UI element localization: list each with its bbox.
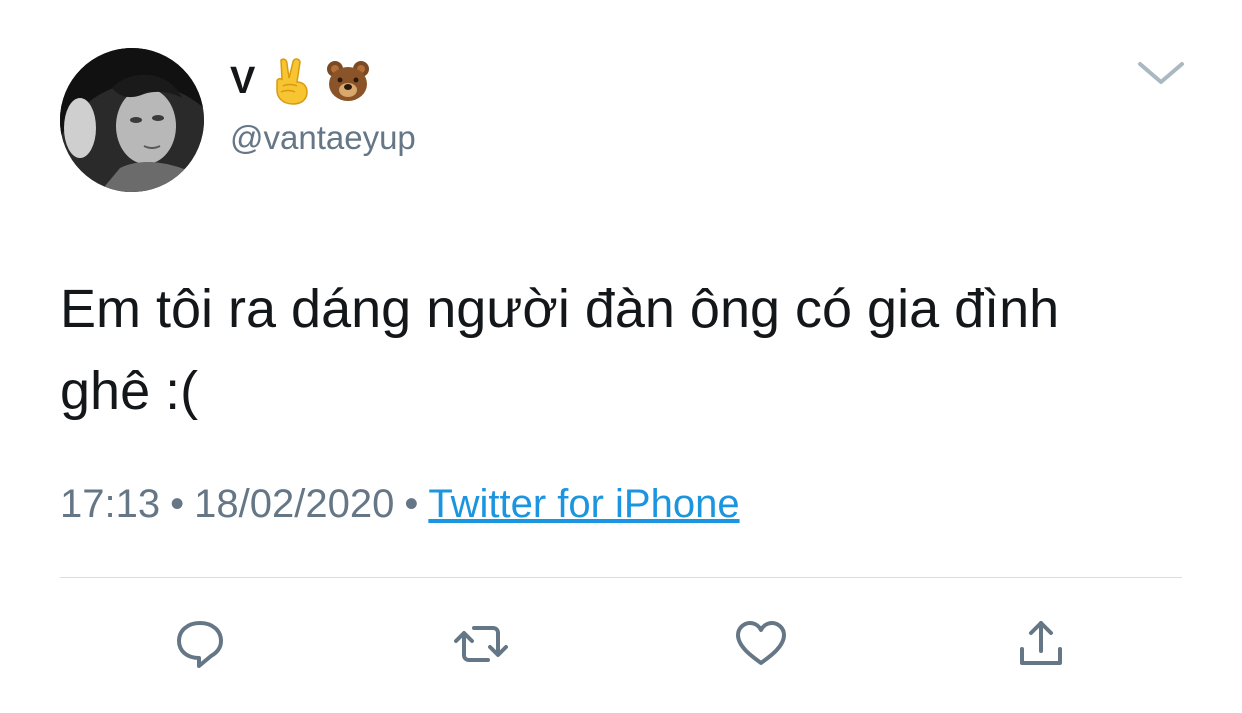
divider [60,577,1182,578]
display-name[interactable]: V [230,52,255,110]
tweet-text: Em tôi ra dáng người đàn ông có gia đình… [60,279,1060,421]
share-icon [1020,621,1062,665]
retweet-button[interactable] [451,614,511,674]
heart-icon [736,621,786,665]
victory-hand-emoji-icon [269,56,315,106]
meta-separator: • [404,482,419,526]
user-handle[interactable]: @vantaeyup [230,118,416,158]
share-button[interactable] [1011,614,1071,674]
tweet-card: V @vantaeyup Em tôi ra dáng người đàn ôn… [0,0,1242,713]
avatar[interactable] [60,48,204,192]
tweet-time[interactable]: 17:13 [60,482,160,526]
bear-face-emoji-icon [325,56,371,106]
avatar-photo [60,48,204,192]
like-button[interactable] [731,614,791,674]
name-row[interactable]: V [230,52,416,110]
chevron-down-icon[interactable] [1136,58,1186,88]
reply-icon [177,621,223,668]
reply-button[interactable] [170,614,230,674]
meta-separator: • [170,482,185,526]
tweet-date[interactable]: 18/02/2020 [194,482,394,526]
retweet-icon [454,626,508,662]
tweet-meta: 17:13 • 18/02/2020 • Twitter for iPhone [60,476,740,532]
tweet-source-link[interactable]: Twitter for iPhone [428,482,739,526]
user-info: V @vantaeyup [230,52,416,158]
